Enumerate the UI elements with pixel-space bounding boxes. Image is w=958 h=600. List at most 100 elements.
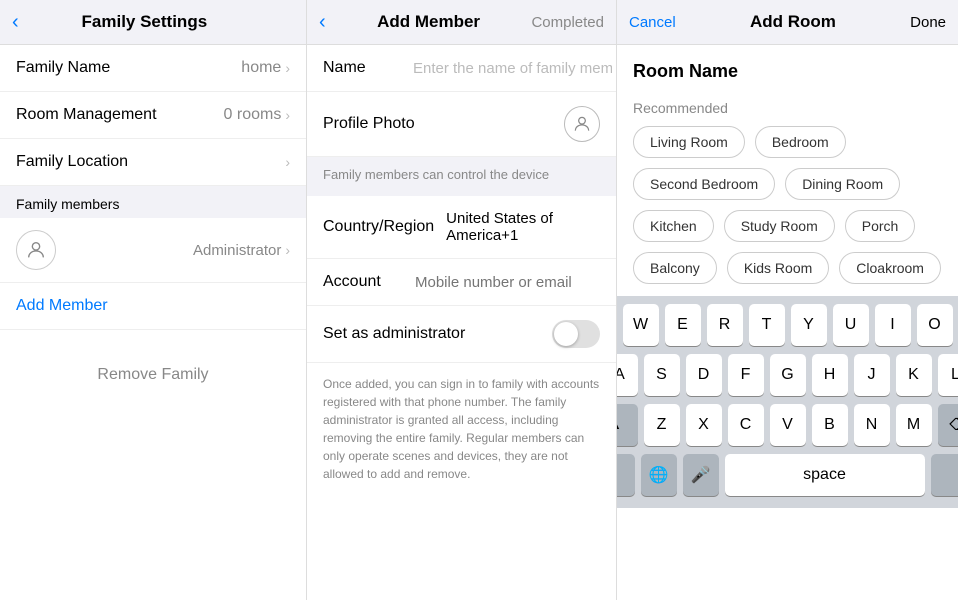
key-f[interactable]: F [728, 354, 764, 396]
member-row[interactable]: Administrator › [0, 218, 306, 283]
profile-photo-row[interactable]: Profile Photo [307, 92, 616, 157]
keyboard-row-2: ▲ZXCVBNM⌫ [621, 404, 954, 446]
recommended-label: Recommended [617, 92, 958, 126]
key-e[interactable]: E [665, 304, 701, 346]
key-t[interactable]: T [749, 304, 785, 346]
remove-family-label: Remove Family [97, 366, 208, 384]
left-panel-title: Family Settings [82, 12, 208, 32]
key-a[interactable]: A [617, 354, 638, 396]
mid-panel-header: ‹ Add Member Completed [307, 0, 617, 44]
left-panel: Family Name home › Room Management 0 roo… [0, 45, 307, 600]
room-name-header: Room Name [617, 45, 958, 92]
mic-key[interactable]: 🎤 [683, 454, 719, 496]
cancel-btn[interactable]: Cancel [629, 14, 676, 31]
keyboard-bottom-row: 123🌐🎤spacereturn [621, 454, 954, 496]
room-chip[interactable]: Bedroom [755, 126, 846, 158]
key-c[interactable]: C [728, 404, 764, 446]
room-management-label: Room Management [16, 106, 157, 124]
name-label: Name [323, 59, 413, 77]
completed-btn[interactable]: Completed [531, 14, 604, 31]
family-location-label: Family Location [16, 153, 128, 171]
top-bars: ‹ Family Settings ‹ Add Member Completed… [0, 0, 958, 45]
right-panel-header: Cancel Add Room Done [617, 0, 958, 44]
room-chip[interactable]: Dining Room [785, 168, 900, 200]
main-content: Family Name home › Room Management 0 roo… [0, 45, 958, 600]
shift-key[interactable]: ▲ [617, 404, 638, 446]
add-member-btn[interactable]: Add Member [16, 297, 108, 314]
keyboard-row-0: QWERTYUIOP [621, 304, 954, 346]
right-panel-title: Add Room [750, 12, 836, 32]
admin-row: Set as administrator [307, 306, 616, 363]
room-chip[interactable]: Balcony [633, 252, 717, 284]
right-panel: Room Name Recommended Living Room Bedroom… [617, 45, 958, 600]
room-chip[interactable]: Porch [845, 210, 916, 242]
done-btn[interactable]: Done [910, 14, 946, 31]
country-label: Country/Region [323, 218, 434, 236]
key-m[interactable]: M [896, 404, 932, 446]
key-u[interactable]: U [833, 304, 869, 346]
keyboard: QWERTYUIOPASDFGHJKL▲ZXCVBNM⌫123🌐🎤spacere… [617, 296, 958, 508]
member-role: Administrator › [193, 242, 290, 259]
key-i[interactable]: I [875, 304, 911, 346]
chevron-icon: › [285, 60, 290, 76]
avatar [16, 230, 56, 270]
return-key[interactable]: return [931, 454, 958, 496]
key-h[interactable]: H [812, 354, 848, 396]
mid-panel-title: Add Member [377, 12, 480, 32]
keyboard-row-1: ASDFGHJKL [621, 354, 954, 396]
key-o[interactable]: O [917, 304, 953, 346]
room-chip[interactable]: Living Room [633, 126, 745, 158]
key-d[interactable]: D [686, 354, 722, 396]
left-back-arrow[interactable]: ‹ [12, 12, 19, 32]
family-members-section: Family members [0, 186, 306, 218]
key-n[interactable]: N [854, 404, 890, 446]
profile-photo-label: Profile Photo [323, 115, 415, 133]
country-value: United States of America+1 [446, 210, 600, 244]
account-label: Account [323, 273, 403, 291]
account-row: Account [307, 259, 616, 306]
key-s[interactable]: S [644, 354, 680, 396]
name-input[interactable] [413, 60, 612, 77]
admin-toggle[interactable] [552, 320, 600, 348]
toggle-knob [554, 322, 578, 346]
key-w[interactable]: W [623, 304, 659, 346]
add-member-section: Add Member [0, 283, 306, 330]
account-input[interactable] [415, 274, 614, 291]
family-name-row[interactable]: Family Name home › [0, 45, 306, 92]
room-chip[interactable]: Kitchen [633, 210, 714, 242]
family-name-value: home › [241, 59, 290, 77]
room-chips-container: Living Room Bedroom Second Bedroom Dining R… [617, 126, 958, 296]
room-chip[interactable]: Kids Room [727, 252, 829, 284]
room-management-row[interactable]: Room Management 0 rooms › [0, 92, 306, 139]
admin-label: Set as administrator [323, 325, 465, 343]
key-r[interactable]: R [707, 304, 743, 346]
room-management-value: 0 rooms › [224, 106, 290, 124]
num-key[interactable]: 123 [617, 454, 635, 496]
globe-key[interactable]: 🌐 [641, 454, 677, 496]
key-x[interactable]: X [686, 404, 722, 446]
key-b[interactable]: B [812, 404, 848, 446]
key-v[interactable]: V [770, 404, 806, 446]
key-k[interactable]: K [896, 354, 932, 396]
room-chip[interactable]: Study Room [724, 210, 835, 242]
key-j[interactable]: J [854, 354, 890, 396]
key-z[interactable]: Z [644, 404, 680, 446]
chevron-icon-2: › [285, 107, 290, 123]
country-row[interactable]: Country/Region United States of America+… [307, 196, 616, 259]
family-location-row[interactable]: Family Location › [0, 139, 306, 186]
mid-panel: Name Profile Photo Family members can co… [307, 45, 617, 600]
backspace-key[interactable]: ⌫ [938, 404, 958, 446]
left-panel-header: ‹ Family Settings [0, 0, 307, 44]
chevron-icon-4: › [285, 242, 290, 258]
remove-family-row[interactable]: Remove Family [0, 346, 306, 404]
mid-back-arrow[interactable]: ‹ [319, 12, 326, 32]
key-g[interactable]: G [770, 354, 806, 396]
room-chip[interactable]: Second Bedroom [633, 168, 775, 200]
chevron-icon-3: › [285, 154, 290, 170]
space-key[interactable]: space [725, 454, 925, 496]
key-l[interactable]: L [938, 354, 958, 396]
control-hint: Family members can control the device [307, 157, 616, 196]
family-name-label: Family Name [16, 59, 110, 77]
key-y[interactable]: Y [791, 304, 827, 346]
room-chip[interactable]: Cloakroom [839, 252, 941, 284]
